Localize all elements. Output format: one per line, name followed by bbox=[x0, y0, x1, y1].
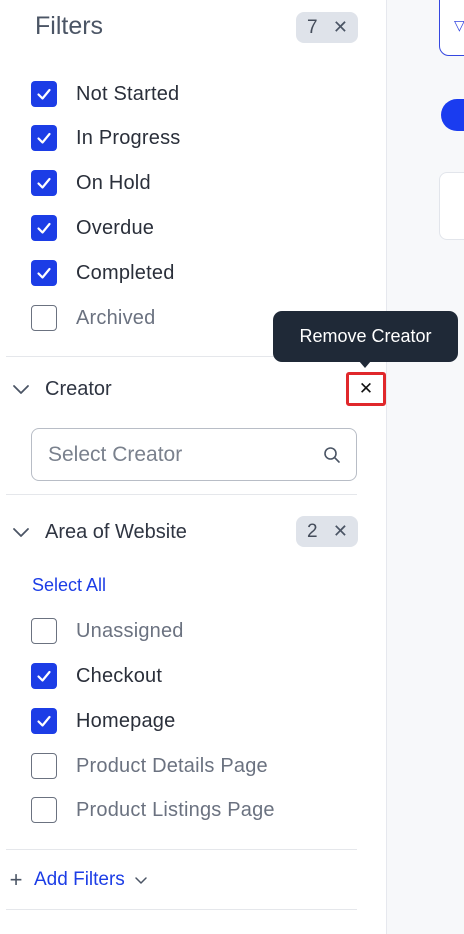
filters-count-badge[interactable]: 7 ✕ bbox=[296, 12, 358, 43]
checkbox[interactable] bbox=[31, 708, 57, 734]
status-option[interactable]: Overdue bbox=[31, 214, 154, 242]
chevron-down-icon bbox=[10, 521, 32, 543]
status-option[interactable]: On Hold bbox=[31, 169, 151, 197]
chevron-down-icon bbox=[133, 872, 149, 888]
divider bbox=[6, 849, 357, 850]
area-count: 2 bbox=[307, 520, 318, 542]
checkbox-label: Homepage bbox=[76, 709, 176, 732]
creator-search-input[interactable] bbox=[48, 442, 322, 467]
add-filters-label: Add Filters bbox=[34, 869, 125, 890]
checkbox-label: Product Listings Page bbox=[76, 798, 275, 821]
checkbox-label: Overdue bbox=[76, 216, 155, 239]
checkbox-label: Unassigned bbox=[76, 619, 184, 642]
remove-creator-tooltip: Remove Creator bbox=[273, 311, 458, 362]
checkbox[interactable] bbox=[31, 81, 57, 107]
creator-search-field[interactable] bbox=[31, 428, 357, 481]
filters-panel: Filters 7 ✕ Not Started In Progress On H… bbox=[0, 0, 386, 934]
checkbox[interactable] bbox=[31, 215, 57, 241]
divider bbox=[6, 909, 357, 910]
checkbox-label: In Progress bbox=[76, 126, 181, 149]
checkbox[interactable] bbox=[31, 125, 57, 151]
checkbox[interactable] bbox=[31, 170, 57, 196]
search-icon bbox=[322, 445, 342, 465]
area-section-toggle[interactable]: Area of Website bbox=[10, 518, 187, 546]
filter-toggle-button[interactable]: ▽ bbox=[439, 0, 464, 56]
creator-section-title: Creator bbox=[45, 377, 112, 400]
checkbox[interactable] bbox=[31, 618, 57, 644]
close-icon: ✕ bbox=[358, 379, 374, 398]
content-card bbox=[439, 172, 464, 240]
status-option[interactable]: In Progress bbox=[31, 124, 180, 152]
divider bbox=[6, 494, 357, 495]
checkbox[interactable] bbox=[31, 663, 57, 689]
chevron-down-icon bbox=[10, 378, 32, 400]
status-option[interactable]: Archived bbox=[31, 304, 155, 332]
creator-section-toggle[interactable]: Creator bbox=[10, 375, 112, 403]
tooltip-arrow bbox=[359, 361, 371, 368]
checkbox[interactable] bbox=[31, 753, 57, 779]
checkbox[interactable] bbox=[31, 260, 57, 286]
checkbox-label: Checkout bbox=[76, 664, 163, 687]
checkbox-label: Not Started bbox=[76, 82, 180, 105]
area-option[interactable]: Unassigned bbox=[31, 617, 184, 645]
close-icon[interactable]: ✕ bbox=[333, 17, 348, 38]
filters-count: 7 bbox=[307, 16, 318, 38]
area-option[interactable]: Product Listings Page bbox=[31, 796, 275, 824]
filter-icon: ▽ bbox=[454, 17, 464, 33]
status-option[interactable]: Completed bbox=[31, 259, 175, 287]
main-content-area: ▽ bbox=[386, 0, 464, 934]
plus-icon: + bbox=[9, 867, 23, 892]
checkbox-label: Archived bbox=[76, 306, 156, 329]
area-option[interactable]: Product Details Page bbox=[31, 752, 268, 780]
area-count-badge[interactable]: 2 ✕ bbox=[296, 516, 358, 547]
status-option[interactable]: Not Started bbox=[31, 80, 179, 108]
select-all-link[interactable]: Select All bbox=[32, 575, 106, 596]
remove-creator-button[interactable]: ✕ bbox=[346, 372, 386, 406]
area-section-title: Area of Website bbox=[45, 520, 187, 543]
primary-action-button[interactable] bbox=[441, 99, 464, 131]
checkbox-label: On Hold bbox=[76, 171, 151, 194]
area-option[interactable]: Homepage bbox=[31, 707, 175, 735]
filters-title: Filters bbox=[35, 12, 104, 40]
checkbox-label: Product Details Page bbox=[76, 754, 268, 777]
checkbox-label: Completed bbox=[76, 261, 175, 284]
checkbox[interactable] bbox=[31, 797, 57, 823]
add-filters-button[interactable]: + Add Filters bbox=[8, 866, 149, 894]
close-icon[interactable]: ✕ bbox=[333, 521, 348, 542]
checkbox[interactable] bbox=[31, 305, 57, 331]
area-option[interactable]: Checkout bbox=[31, 662, 162, 690]
